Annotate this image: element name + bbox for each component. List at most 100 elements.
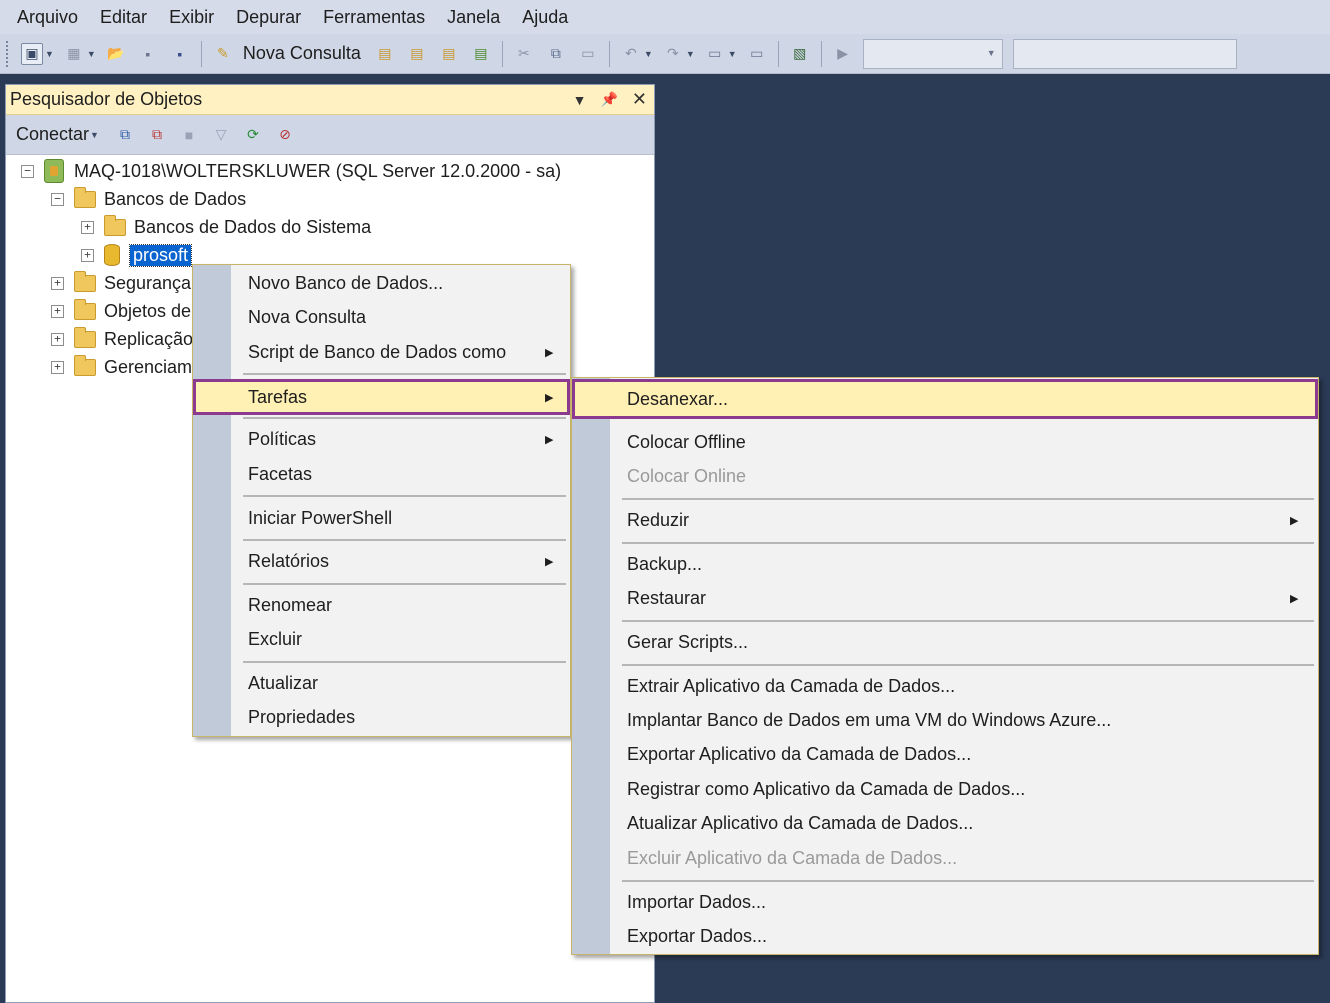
open-folder-icon[interactable]: 📂 <box>105 43 127 65</box>
menu-separator <box>622 498 1314 500</box>
menu-item-generate-scripts[interactable]: Gerar Scripts... <box>572 625 1318 659</box>
expand-icon[interactable]: + <box>51 276 64 290</box>
menu-item-detach[interactable]: Desanexar... <box>572 379 1318 419</box>
connect-button[interactable]: Conectar <box>16 124 89 145</box>
solution-config-combo[interactable]: ▼ <box>862 38 1003 69</box>
new-query-button[interactable]: Nova Consulta <box>243 43 361 64</box>
menu-depurar[interactable]: Depurar <box>225 0 312 34</box>
tree-node-server[interactable]: − MAQ-1018\WOLTERSKLUWER (SQL Server 12.… <box>21 157 561 185</box>
menu-item-new-query[interactable]: Nova Consulta <box>193 300 570 334</box>
menu-ferramentas[interactable]: Ferramentas <box>312 0 436 34</box>
close-icon[interactable]: ✕ <box>632 89 647 110</box>
chevron-down-icon[interactable]: ▼ <box>87 49 96 59</box>
menu-item-export-dac[interactable]: Exportar Aplicativo da Camada de Dados..… <box>572 737 1318 771</box>
collapse-icon[interactable]: − <box>51 192 64 206</box>
menu-separator <box>243 373 566 375</box>
chevron-down-icon[interactable]: ▼ <box>686 49 695 59</box>
menu-item-restore[interactable]: Restaurar ▶ <box>572 581 1318 615</box>
menu-item-upgrade-dac[interactable]: Atualizar Aplicativo da Camada de Dados.… <box>572 806 1318 840</box>
menu-item-label: Extrair Aplicativo da Camada de Dados... <box>627 675 956 696</box>
find-combo[interactable] <box>1012 38 1237 69</box>
menu-item-tasks[interactable]: Tarefas ▶ <box>193 379 570 415</box>
navigate-forward-icon[interactable]: ▭ <box>746 43 768 65</box>
redo-icon[interactable]: ↷ <box>662 43 684 65</box>
menu-item-import-data[interactable]: Importar Dados... <box>572 885 1318 919</box>
tree-node-management[interactable]: + Gerenciam <box>51 353 192 381</box>
toolbar-separator <box>608 40 610 67</box>
expand-icon[interactable]: + <box>51 304 64 318</box>
menu-item-delete[interactable]: Excluir <box>193 622 570 656</box>
tree-node-replication[interactable]: + Replicação <box>51 325 193 353</box>
tree-node-server-objects[interactable]: + Objetos de <box>51 297 191 325</box>
menu-item-start-powershell[interactable]: Iniciar PowerShell <box>193 501 570 535</box>
collapse-icon[interactable]: − <box>21 164 34 178</box>
menu-item-new-database[interactable]: Novo Banco de Dados... <box>193 266 570 300</box>
menu-item-label: Novo Banco de Dados... <box>248 272 444 293</box>
disconnect-icon[interactable]: ⧉ <box>146 124 168 146</box>
dmx-query-icon[interactable]: ▤ <box>438 43 460 65</box>
expand-icon[interactable]: + <box>51 332 64 346</box>
menu-item-export-data[interactable]: Exportar Dados... <box>572 919 1318 953</box>
copy-icon[interactable]: ⧉ <box>545 43 567 65</box>
tree-node-security[interactable]: + Segurança <box>51 269 191 297</box>
save-icon[interactable]: ▪ <box>137 43 159 65</box>
menu-item-policies[interactable]: Políticas ▶ <box>193 422 570 456</box>
navigate-backward-icon[interactable]: ▭ <box>704 43 726 65</box>
menu-item-label: Excluir Aplicativo da Camada de Dados... <box>627 847 958 868</box>
chevron-down-icon[interactable]: ▼ <box>90 130 99 140</box>
chevron-down-icon[interactable]: ▼ <box>728 49 737 59</box>
start-debug-icon[interactable]: ▶ <box>832 43 854 65</box>
tree-node-prosoft[interactable]: + prosoft <box>81 241 193 269</box>
database-engine-query-icon[interactable]: ▤ <box>374 43 396 65</box>
panel-title: Pesquisador de Objetos <box>10 89 203 109</box>
menu-item-label: Tarefas <box>248 386 308 407</box>
toolbar-separator <box>820 40 822 67</box>
refresh-icon[interactable]: ⟳ <box>242 124 264 146</box>
chevron-down-icon[interactable]: ▼ <box>45 49 54 59</box>
expand-icon[interactable]: + <box>81 248 94 262</box>
menu-item-extract-dac[interactable]: Extrair Aplicativo da Camada de Dados... <box>572 669 1318 703</box>
menu-item-label: Exportar Dados... <box>627 925 768 946</box>
menu-janela[interactable]: Janela <box>436 0 511 34</box>
menu-ajuda[interactable]: Ajuda <box>511 0 579 34</box>
activity-monitor-icon[interactable]: ▧ <box>789 43 811 65</box>
menu-item-script-database[interactable]: Script de Banco de Dados como ▶ <box>193 335 570 369</box>
toolbar-grip[interactable] <box>6 40 10 67</box>
menu-item-register-dac[interactable]: Registrar como Aplicativo da Camada de D… <box>572 772 1318 806</box>
activity-monitor-icon[interactable]: ⊘ <box>274 124 296 146</box>
menu-arquivo[interactable]: Arquivo <box>6 0 89 34</box>
menu-item-take-offline[interactable]: Colocar Offline <box>572 425 1318 459</box>
prosoft-label[interactable]: prosoft <box>128 243 193 267</box>
menu-item-label: Atualizar <box>248 672 319 693</box>
chevron-down-icon[interactable]: ▼ <box>644 49 653 59</box>
menu-item-backup[interactable]: Backup... <box>572 547 1318 581</box>
new-project-icon[interactable]: ▣ <box>21 42 43 65</box>
add-item-icon[interactable]: ▦ <box>63 43 85 65</box>
menu-item-refresh[interactable]: Atualizar <box>193 666 570 700</box>
stop-icon[interactable]: ■ <box>178 124 200 146</box>
connect-explorer-icon[interactable]: ⧉ <box>114 124 136 146</box>
expand-icon[interactable]: + <box>81 220 94 234</box>
menu-editar[interactable]: Editar <box>89 0 158 34</box>
submenu-arrow-icon: ▶ <box>1290 514 1299 527</box>
paste-icon[interactable]: ▭ <box>577 43 599 65</box>
menu-item-properties[interactable]: Propriedades <box>193 700 570 734</box>
tree-node-databases[interactable]: − Bancos de Dados <box>51 185 246 213</box>
menu-item-shrink[interactable]: Reduzir ▶ <box>572 503 1318 537</box>
menu-item-rename[interactable]: Renomear <box>193 588 570 622</box>
undo-icon[interactable]: ↶ <box>620 43 642 65</box>
menu-item-facets[interactable]: Facetas <box>193 457 570 491</box>
new-query-icon[interactable]: ✎ <box>212 43 234 65</box>
mdx-query-icon[interactable]: ▤ <box>406 43 428 65</box>
window-position-icon[interactable]: ▼ <box>573 92 587 108</box>
xmla-query-icon[interactable]: ▤ <box>470 43 492 65</box>
tree-node-system-databases[interactable]: + Bancos de Dados do Sistema <box>81 213 371 241</box>
save-all-icon[interactable]: ▪ <box>169 43 191 65</box>
filter-icon[interactable]: ▽ <box>210 124 232 146</box>
cut-icon[interactable]: ✂ <box>513 43 535 65</box>
menu-item-reports[interactable]: Relatórios ▶ <box>193 544 570 578</box>
menu-exibir[interactable]: Exibir <box>158 0 225 34</box>
pin-icon[interactable]: 📌 <box>600 91 617 108</box>
expand-icon[interactable]: + <box>51 360 64 374</box>
menu-item-deploy-azure-vm[interactable]: Implantar Banco de Dados em uma VM do Wi… <box>572 703 1318 737</box>
